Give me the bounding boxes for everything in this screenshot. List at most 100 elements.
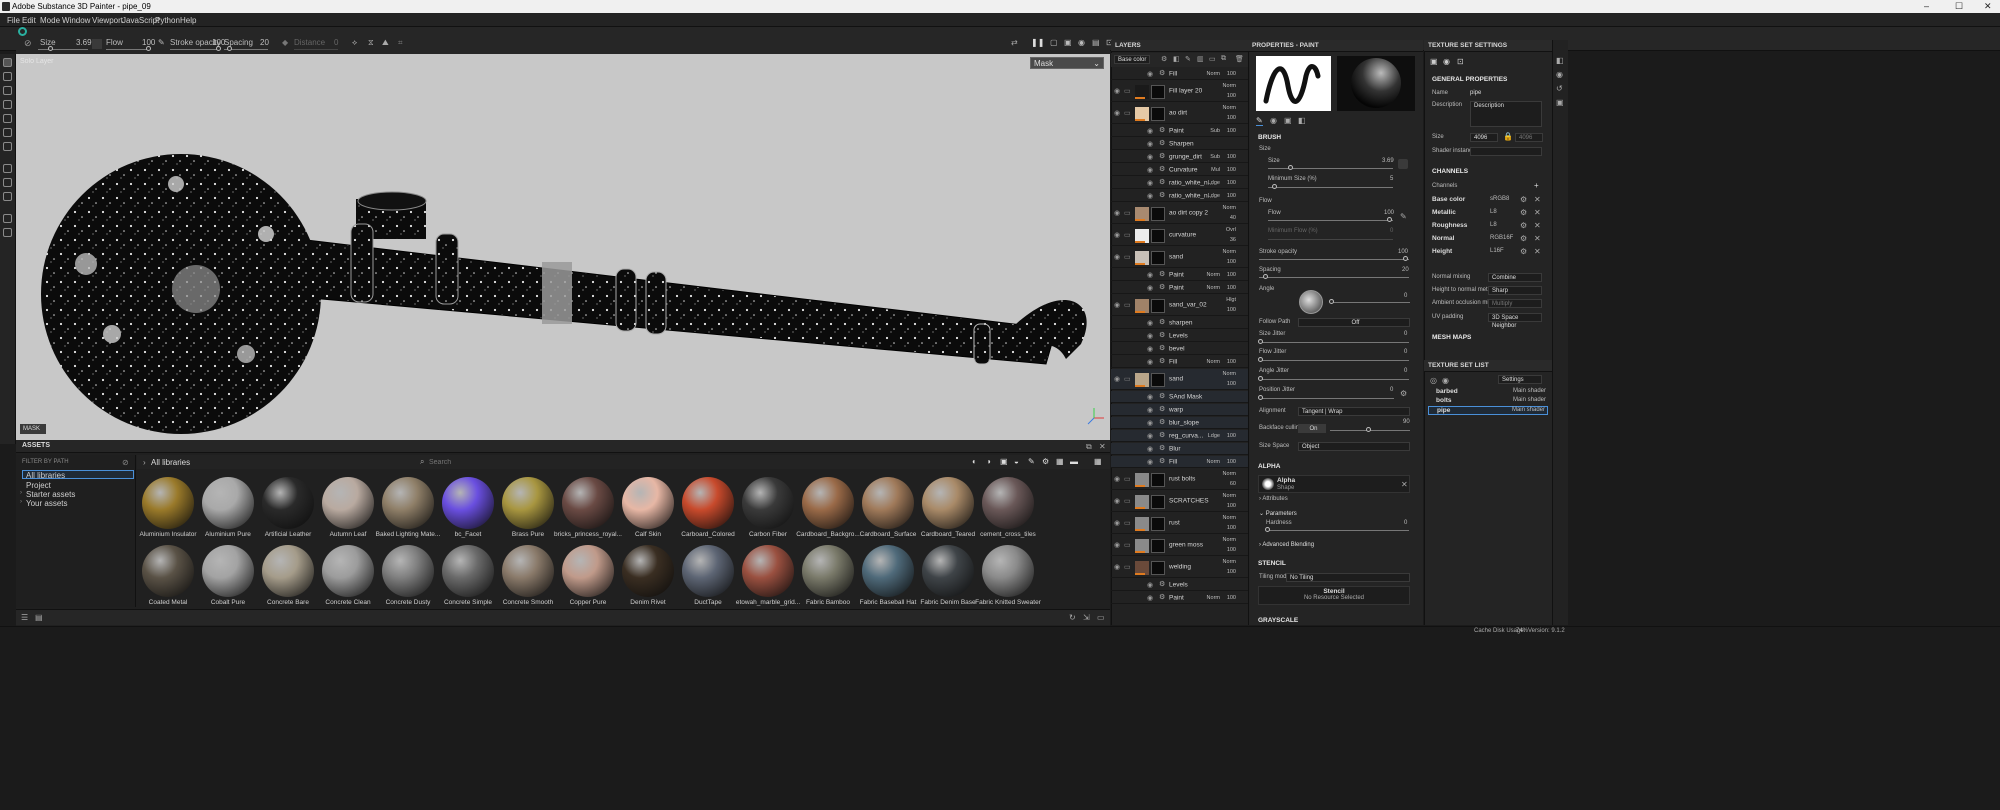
view-mode-icon[interactable]: ▤: [1092, 38, 1100, 47]
angle-jitter-value[interactable]: 0: [1404, 368, 1407, 374]
effect-row[interactable]: ◉ ⚙ Sharpen: [1111, 138, 1248, 150]
paint-tool-icon[interactable]: [3, 58, 12, 67]
asset-thumbnail[interactable]: [622, 477, 674, 529]
size-value[interactable]: 3.69: [76, 38, 92, 47]
position-jitter-value[interactable]: 0: [1390, 387, 1393, 393]
mask-thumbnail[interactable]: [1151, 539, 1165, 553]
visibility-eye-icon[interactable]: ◉: [1147, 319, 1153, 327]
effect-row[interactable]: ◉ ⚙ sharpen: [1111, 317, 1248, 329]
asset-thumbnail[interactable]: [562, 545, 614, 597]
spacing-prop-value[interactable]: 20: [1402, 267, 1409, 273]
menu-python[interactable]: Python: [155, 16, 180, 25]
tiling-icon[interactable]: ⛰: [382, 38, 389, 48]
material-preview[interactable]: [1337, 56, 1415, 111]
mask-thumbnail[interactable]: [1151, 373, 1165, 387]
stroke-opacity-knob[interactable]: [216, 46, 221, 51]
mask-thumbnail[interactable]: [1151, 207, 1165, 221]
layer-opacity[interactable]: 100: [1227, 595, 1236, 601]
tree-item-your-assets[interactable]: Your assets: [26, 499, 68, 508]
asset-thumbnail[interactable]: [982, 477, 1034, 529]
spacing-prop-slider[interactable]: [1259, 277, 1409, 278]
asset-thumbnail[interactable]: [262, 545, 314, 597]
asset-thumbnail[interactable]: [862, 477, 914, 529]
hardness-value[interactable]: 0: [1404, 520, 1407, 526]
channel-settings-icon[interactable]: ⚙: [1520, 208, 1527, 217]
parameters-toggle[interactable]: ⌄ Parameters: [1259, 510, 1297, 517]
visibility-eye-icon[interactable]: ◉: [1114, 209, 1120, 217]
pause-icon[interactable]: ❚❚: [1031, 38, 1044, 47]
layer-row[interactable]: ◉ ▭ curvature Ovrl 36: [1111, 225, 1248, 246]
channel-settings-icon[interactable]: ⚙: [1520, 221, 1527, 230]
filter-toggle-icon[interactable]: ⊘: [122, 458, 129, 467]
layer-row[interactable]: ◉ ▭ ao dirt Norm 100: [1111, 103, 1248, 124]
menu-javascript[interactable]: JavaScript: [122, 16, 159, 25]
visibility-eye-icon[interactable]: ◉: [1147, 127, 1153, 135]
backface-angle-value[interactable]: 90: [1403, 419, 1410, 425]
texture-set-item[interactable]: bolts Main shader: [1428, 397, 1548, 406]
expand-icon[interactable]: ›: [20, 490, 22, 496]
layer-opacity[interactable]: 36: [1230, 237, 1236, 243]
alpha-slot[interactable]: Alpha Shape ✕: [1258, 475, 1410, 493]
visibility-eye-icon[interactable]: ◉: [1147, 345, 1153, 353]
asset-thumbnail[interactable]: [982, 545, 1034, 597]
layer-row[interactable]: ◉ ▭ sand Norm 100: [1111, 369, 1248, 390]
stroke-opacity-slider[interactable]: [170, 49, 220, 50]
ao-mixing-dropdown[interactable]: Multiply: [1488, 299, 1542, 308]
ts-desc-field[interactable]: Description: [1470, 101, 1542, 127]
layer-row[interactable]: ◉ ▭ Fill layer 20 Norm 100: [1111, 81, 1248, 102]
layer-opacity[interactable]: 100: [1227, 154, 1236, 160]
stencil-slot[interactable]: Stencil No Resource Selected: [1258, 586, 1410, 605]
size-jitter-knob[interactable]: [1258, 339, 1263, 344]
visibility-icon[interactable]: ◎: [1430, 376, 1437, 385]
prop-size-knob[interactable]: [1288, 165, 1293, 170]
visibility-eye-icon[interactable]: ◉: [1147, 419, 1153, 427]
blend-mode[interactable]: Norm: [1223, 205, 1236, 211]
blend-mode[interactable]: Norm: [1207, 285, 1220, 291]
flow-jitter-knob[interactable]: [1258, 357, 1263, 362]
pen-icon[interactable]: ✎: [158, 38, 165, 47]
asset-thumbnail[interactable]: [442, 477, 494, 529]
visibility-eye-icon[interactable]: ◉: [1147, 332, 1153, 340]
clone-tool-icon[interactable]: [3, 128, 12, 137]
blend-mode[interactable]: Ldge: [1208, 433, 1220, 439]
layer-opacity[interactable]: 100: [1227, 307, 1236, 313]
angle-jitter-slider[interactable]: [1259, 379, 1409, 380]
prop-size-slider[interactable]: [1268, 168, 1393, 169]
refresh-icon[interactable]: ↻: [1069, 613, 1076, 622]
filter-brushes-icon[interactable]: ✎: [1028, 457, 1035, 466]
eye-icon[interactable]: ◉: [1442, 376, 1449, 385]
asset-thumbnail[interactable]: [682, 545, 734, 597]
mask-thumbnail[interactable]: [1151, 495, 1165, 509]
visibility-eye-icon[interactable]: ◉: [1147, 166, 1153, 174]
blend-mode[interactable]: Sub: [1210, 154, 1220, 160]
asset-thumbnail[interactable]: [142, 477, 194, 529]
delete-icon[interactable]: 🗑: [1235, 55, 1244, 63]
stroke-opacity-prop-value[interactable]: 100: [1398, 249, 1408, 255]
alpha-remove-icon[interactable]: ✕: [1401, 480, 1408, 489]
layer-opacity[interactable]: 100: [1227, 71, 1236, 77]
asset-thumbnail[interactable]: [562, 477, 614, 529]
angle-value[interactable]: 0: [1404, 293, 1407, 299]
channel-format[interactable]: sRGB8: [1490, 196, 1509, 202]
pen-pressure-icon[interactable]: [92, 39, 102, 49]
filter-smart-icon[interactable]: ◑: [986, 457, 991, 466]
dock-layers-icon[interactable]: ◧: [1556, 56, 1564, 65]
asset-thumbnail[interactable]: [322, 545, 374, 597]
close-icon[interactable]: ✕: [1984, 1, 1992, 12]
asset-thumbnail[interactable]: [622, 545, 674, 597]
smudge-tool-icon[interactable]: [3, 114, 12, 123]
viewport-mode-dropdown[interactable]: Mask ⌄: [1030, 57, 1104, 69]
layer-row[interactable]: ◉ ▭ sand_var_02 Hlgt 100: [1111, 295, 1248, 316]
channel-settings-icon[interactable]: ⚙: [1520, 234, 1527, 243]
layer-opacity[interactable]: 100: [1227, 285, 1236, 291]
bake-tab-icon[interactable]: ⊡: [1457, 57, 1464, 66]
list-view-icon[interactable]: ☰: [21, 613, 28, 622]
min-flow-slider[interactable]: [1268, 239, 1393, 240]
blend-mode[interactable]: Norm: [1207, 71, 1220, 77]
hardness-knob[interactable]: [1265, 527, 1270, 532]
geometry-mask-icon[interactable]: [3, 178, 12, 187]
uv-tool-icon[interactable]: [3, 214, 12, 223]
channel-remove-icon[interactable]: ✕: [1534, 195, 1541, 204]
add-paint-layer-icon[interactable]: ✎: [1185, 55, 1191, 63]
lazy-mouse-icon[interactable]: ◆: [282, 38, 288, 47]
